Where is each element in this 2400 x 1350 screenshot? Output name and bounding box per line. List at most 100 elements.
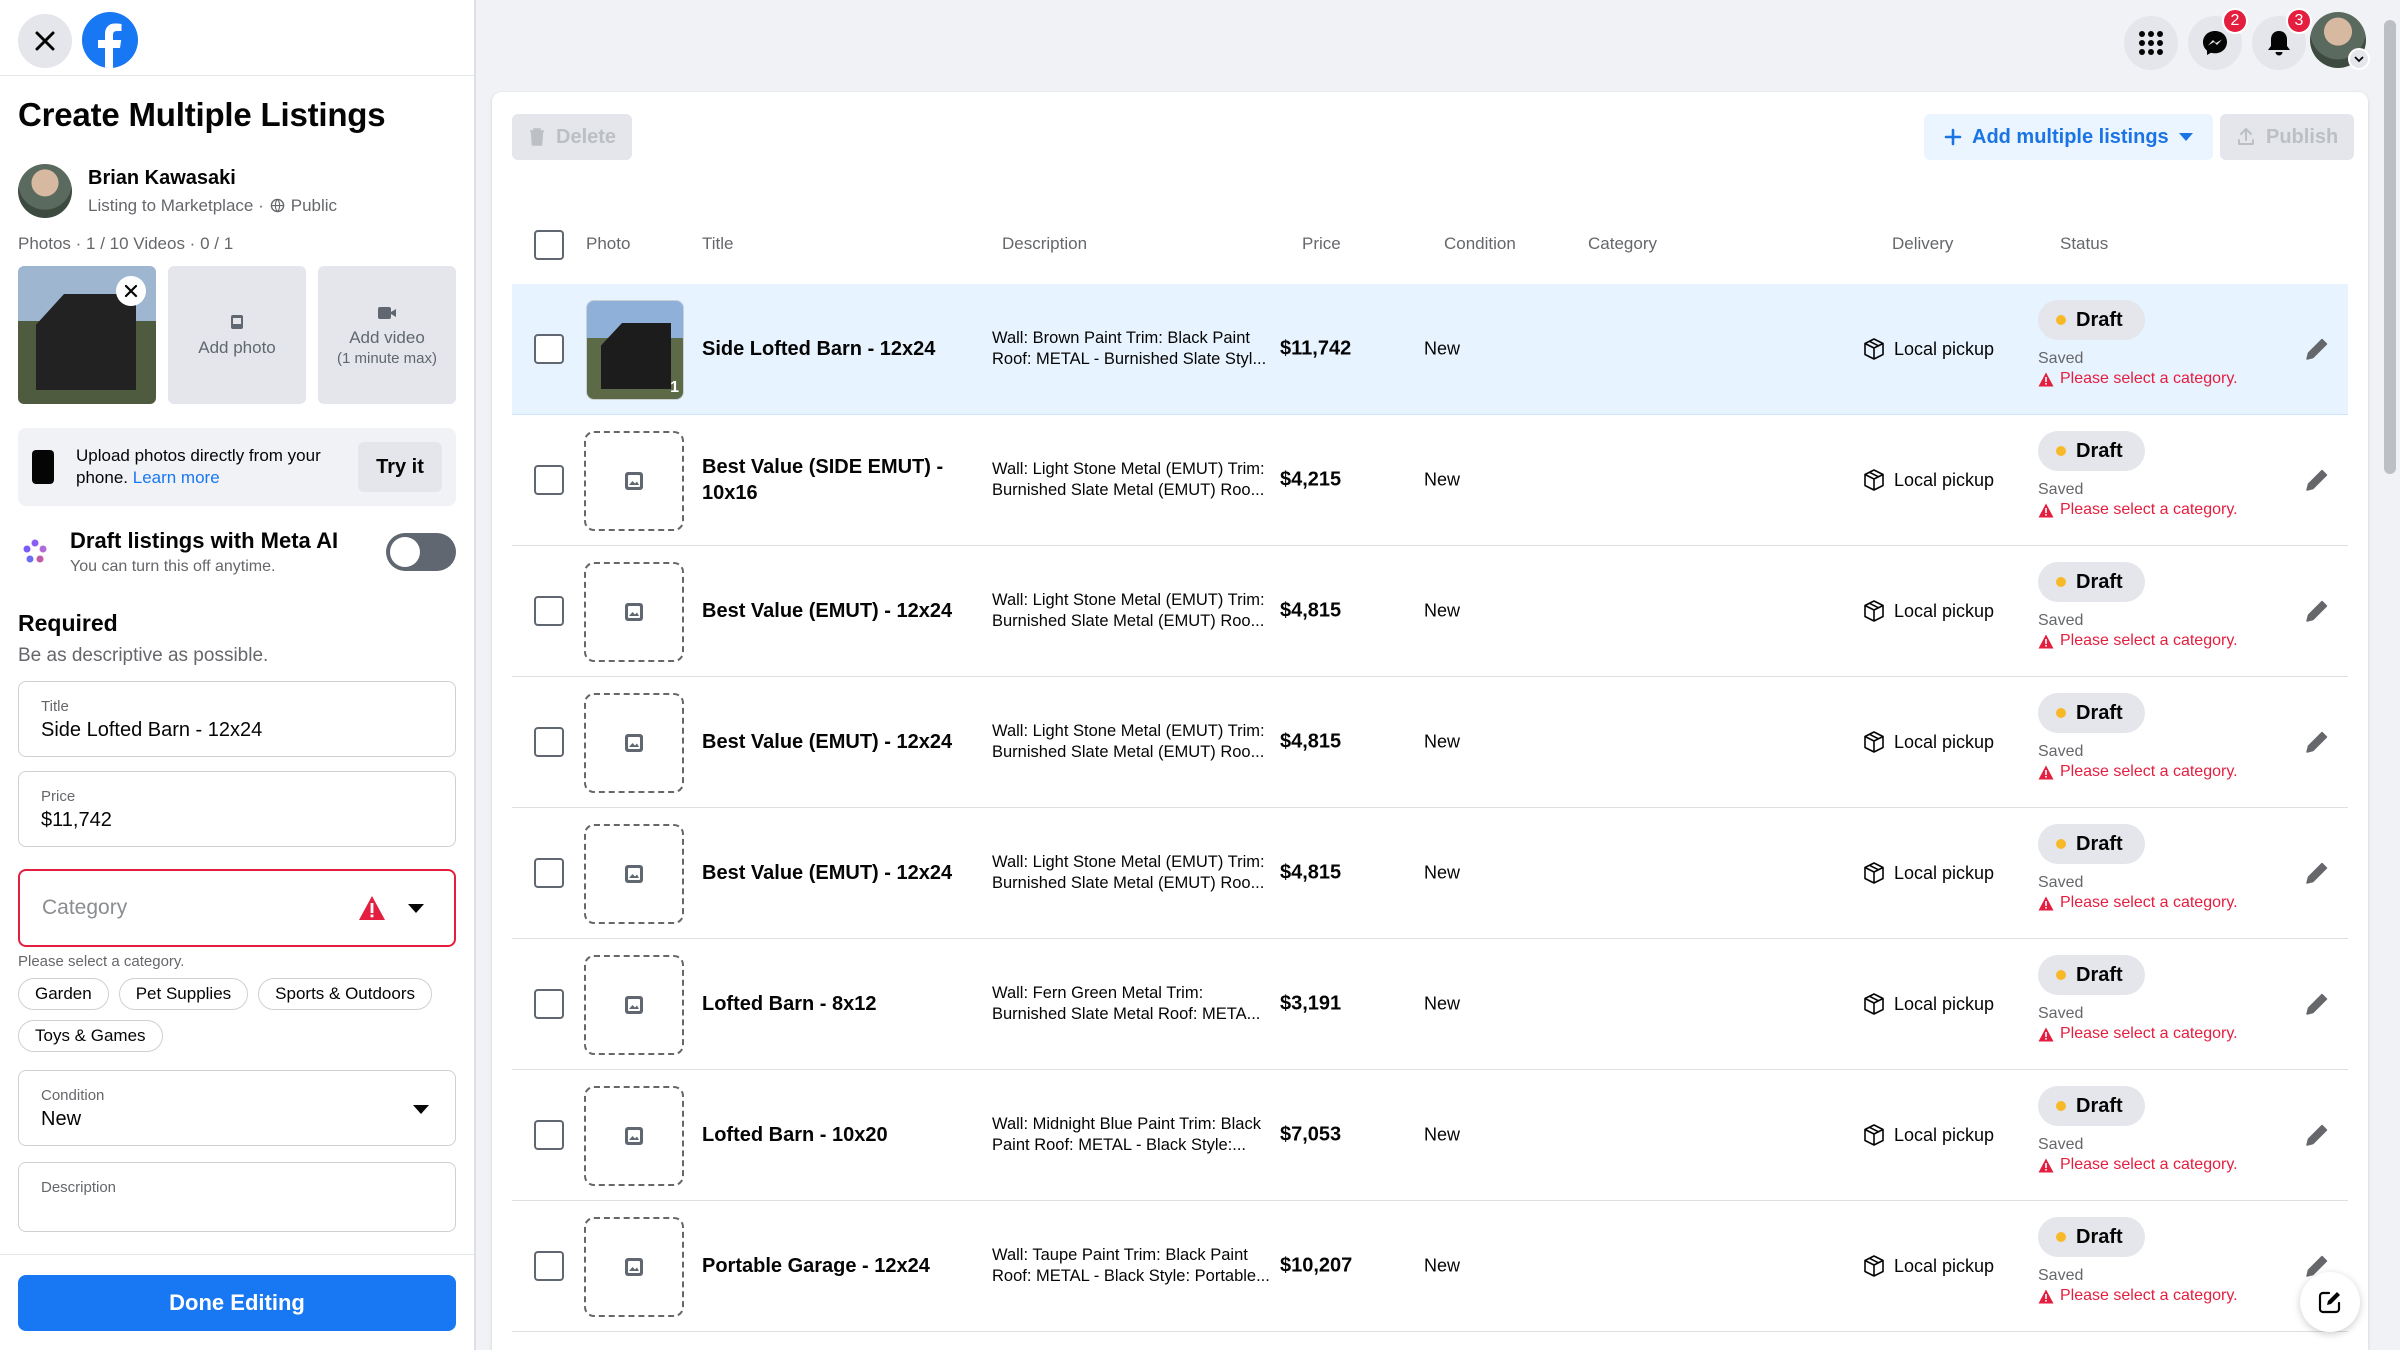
image-icon <box>625 734 643 752</box>
add-listing-photo-placeholder[interactable] <box>584 562 684 662</box>
category-chip-pet-supplies[interactable]: Pet Supplies <box>118 978 249 1010</box>
listing-delivery: Local pickup <box>1862 992 1994 1016</box>
listing-photo-thumbnail[interactable]: 1 <box>586 300 684 400</box>
row-checkbox[interactable] <box>534 596 564 626</box>
table-row[interactable]: Lofted Barn - 10x20 Wall: Midnight Blue … <box>512 1070 2348 1201</box>
category-error: Please select a category. <box>2038 501 2258 519</box>
listing-delivery: Local pickup <box>1862 1123 1994 1147</box>
row-checkbox[interactable] <box>534 989 564 1019</box>
add-photo-icon <box>231 315 243 329</box>
listing-delivery: Local pickup <box>1862 861 1994 885</box>
edit-pencil-icon[interactable] <box>2302 858 2332 888</box>
price-field[interactable]: Price $11,742 <box>18 771 456 847</box>
add-listing-photo-placeholder[interactable] <box>584 955 684 1055</box>
table-row[interactable]: Best Value (EMUT) - 12x24 Wall: Light St… <box>512 677 2348 808</box>
uploaded-photo-thumbnail[interactable] <box>18 266 156 404</box>
add-video-button[interactable]: Add video (1 minute max) <box>318 266 456 404</box>
edit-pencil-icon[interactable] <box>2302 596 2332 626</box>
add-listing-photo-placeholder[interactable] <box>584 1086 684 1186</box>
edit-pencil-icon[interactable] <box>2302 727 2332 757</box>
table-row[interactable]: Portable Garage - 12x24 Wall: Taupe Pain… <box>512 1201 2348 1332</box>
account-avatar[interactable] <box>2310 12 2370 70</box>
add-listing-photo-placeholder[interactable] <box>584 824 684 924</box>
table-row[interactable]: Best Value (SIDE EMUT) - 10x16 Wall: Lig… <box>512 415 2348 546</box>
status-label: Draft <box>2076 570 2123 593</box>
condition-select[interactable]: Condition New <box>18 1070 456 1146</box>
package-icon <box>1864 993 1884 1015</box>
edit-pencil-icon[interactable] <box>2302 465 2332 495</box>
category-chip-sports-outdoors[interactable]: Sports & Outdoors <box>258 978 432 1010</box>
table-row[interactable]: Best Value (EMUT) - 12x24 Wall: Light St… <box>512 808 2348 939</box>
package-icon <box>1864 600 1884 622</box>
listing-title: Side Lofted Barn - 12x24 <box>702 338 936 360</box>
row-checkbox[interactable] <box>534 858 564 888</box>
row-checkbox[interactable] <box>534 465 564 495</box>
photo-count: 1 <box>670 379 679 396</box>
row-checkbox[interactable] <box>534 1120 564 1150</box>
try-it-button[interactable]: Try it <box>358 442 442 492</box>
facebook-logo-icon[interactable] <box>82 12 138 68</box>
page-scrollbar[interactable] <box>2384 20 2396 474</box>
globe-icon <box>270 198 285 213</box>
column-header-description: Description <box>1002 234 1088 253</box>
close-button[interactable] <box>18 14 72 68</box>
publish-button[interactable]: Publish <box>2220 114 2355 160</box>
warning-icon <box>2038 372 2054 386</box>
category-chip-toys-games[interactable]: Toys & Games <box>18 1020 163 1052</box>
add-video-icon <box>378 306 396 319</box>
add-listing-photo-placeholder[interactable] <box>584 1217 684 1317</box>
phone-upload-promo: Upload photos directly from your phone. … <box>18 428 456 506</box>
category-select[interactable]: Category <box>18 869 456 947</box>
edit-pencil-icon[interactable] <box>2302 1120 2332 1150</box>
category-error-text: Please select a category. <box>2060 1287 2238 1304</box>
category-chip-garden[interactable]: Garden <box>18 978 109 1010</box>
row-checkbox[interactable] <box>534 1251 564 1281</box>
account-menu-chevron[interactable] <box>2348 48 2370 70</box>
status-badge: Draft <box>2038 562 2145 602</box>
listing-status: Draft Saved Please select a category. <box>2038 1217 2258 1305</box>
package-icon <box>1864 1255 1884 1277</box>
learn-more-link[interactable]: Learn more <box>133 468 220 487</box>
add-photo-button[interactable]: Add photo <box>168 266 306 404</box>
delete-button[interactable]: Delete <box>512 114 633 160</box>
bell-icon <box>2268 31 2290 56</box>
table-row[interactable]: 1 Side Lofted Barn - 12x24 Wall: Brown P… <box>512 284 2348 415</box>
add-multiple-listings-button[interactable]: Add multiple listings <box>1924 114 2213 160</box>
row-checkbox[interactable] <box>534 334 564 364</box>
price-field-value[interactable]: $11,742 <box>41 809 433 832</box>
delivery-label: Local pickup <box>1894 600 1995 621</box>
delivery-label: Local pickup <box>1894 1255 1995 1276</box>
listing-condition: New <box>1424 1124 1461 1145</box>
listing-destination: Listing to Marketplace · Public <box>88 196 337 216</box>
delivery-label: Local pickup <box>1894 469 1995 490</box>
image-icon <box>625 1258 643 1276</box>
remove-photo-button[interactable] <box>116 276 146 306</box>
add-listing-photo-placeholder[interactable] <box>584 431 684 531</box>
category-placeholder: Category <box>42 896 128 919</box>
category-error-text: Please select a category. <box>2060 1025 2238 1042</box>
new-message-button[interactable] <box>2300 1272 2360 1332</box>
notifications-button[interactable]: 3 <box>2252 8 2312 70</box>
row-checkbox[interactable] <box>534 727 564 757</box>
table-row[interactable]: Best Value (EMUT) - 12x24 Wall: Light St… <box>512 546 2348 677</box>
menu-button[interactable] <box>2124 16 2178 70</box>
select-all-checkbox[interactable] <box>534 230 564 260</box>
delivery-label: Local pickup <box>1894 993 1995 1014</box>
meta-ai-toggle[interactable] <box>386 533 456 571</box>
delivery-label: Local pickup <box>1894 1124 1995 1145</box>
messenger-button[interactable]: 2 <box>2188 8 2248 70</box>
add-listing-photo-placeholder[interactable] <box>584 693 684 793</box>
panel-form[interactable]: Create Multiple Listings Brian Kawasaki … <box>0 76 474 1254</box>
title-field-value[interactable]: Side Lofted Barn - 12x24 <box>41 719 433 742</box>
table-row[interactable]: Lofted Barn - 8x12 Wall: Fern Green Meta… <box>512 939 2348 1070</box>
close-icon <box>35 31 55 51</box>
edit-pencil-icon[interactable] <box>2302 334 2332 364</box>
description-field[interactable]: Description <box>18 1162 456 1232</box>
edit-pencil-icon[interactable] <box>2302 989 2332 1019</box>
title-field[interactable]: Title Side Lofted Barn - 12x24 <box>18 681 456 757</box>
done-editing-button[interactable]: Done Editing <box>18 1275 456 1331</box>
chevron-down-icon <box>2178 133 2193 141</box>
audience-label[interactable]: Public <box>291 196 337 216</box>
listing-condition: New <box>1424 862 1461 883</box>
image-icon <box>625 603 643 621</box>
